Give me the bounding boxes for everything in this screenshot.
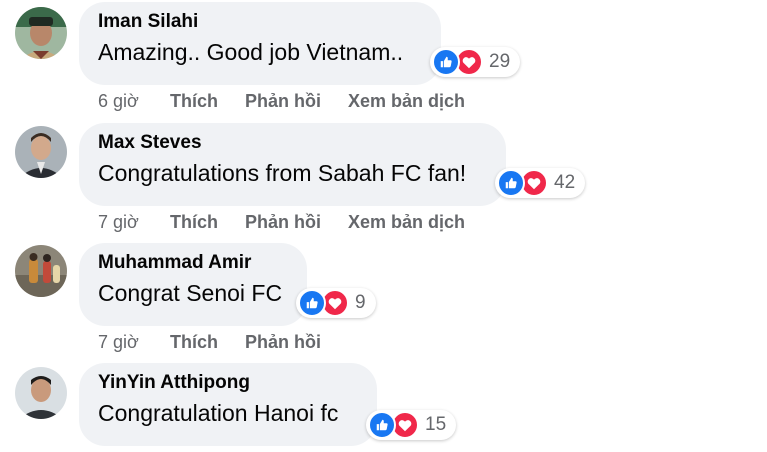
avatar-man-cap-icon (15, 7, 67, 59)
comment-author[interactable]: Iman Silahi (98, 11, 423, 33)
like-button[interactable]: Thích (170, 212, 218, 233)
comment-timestamp[interactable]: 7 giờ (98, 332, 170, 353)
comment-text: Congrat Senoi FC (98, 280, 283, 306)
reaction-count: 9 (355, 292, 366, 313)
comment-bubble: Max Steves Congratulations from Sabah FC… (79, 123, 506, 206)
comment-author[interactable]: YinYin Atthipong (98, 372, 359, 394)
comment-bubble: Iman Silahi Amazing.. Good job Vietnam.. (79, 2, 441, 85)
avatar[interactable] (15, 367, 67, 419)
like-button[interactable]: Thích (170, 332, 218, 353)
see-translation-button[interactable]: Xem bản dịch (348, 212, 465, 233)
reaction-summary[interactable]: 9 (296, 288, 376, 318)
like-reaction-icon (497, 169, 525, 197)
see-translation-button[interactable]: Xem bản dịch (348, 91, 465, 112)
reply-button[interactable]: Phản hồi (245, 332, 321, 353)
comment-text: Amazing.. Good job Vietnam.. (98, 39, 404, 65)
like-reaction-icon (298, 289, 326, 317)
like-button[interactable]: Thích (170, 91, 218, 112)
reaction-count: 29 (489, 51, 511, 72)
comment-actions: 7 giờ Thích Phản hồi Xem bản dịch (98, 212, 492, 233)
comment-timestamp[interactable]: 7 giờ (98, 212, 170, 233)
avatar-group-photo-icon (15, 245, 67, 297)
comment-bubble: Muhammad Amir Congrat Senoi FC (79, 243, 307, 326)
comment-author[interactable]: Muhammad Amir (98, 252, 289, 274)
comment-text: Congratulation Hanoi fc (98, 400, 339, 426)
comment-actions: 7 giờ Thích Phản hồi (98, 332, 348, 353)
reaction-summary[interactable]: 29 (430, 47, 521, 77)
like-reaction-icon (368, 411, 396, 439)
reply-button[interactable]: Phản hồi (245, 91, 321, 112)
like-reaction-icon (432, 48, 460, 76)
reaction-count: 15 (425, 414, 447, 435)
avatar[interactable] (15, 126, 67, 178)
avatar[interactable] (15, 245, 67, 297)
avatar[interactable] (15, 7, 67, 59)
comment-actions: 6 giờ Thích Phản hồi Xem bản dịch (98, 91, 492, 112)
reaction-summary[interactable]: 42 (495, 168, 586, 198)
comment-text: Congratulations from Sabah FC fan! (98, 160, 467, 186)
reaction-count: 42 (554, 172, 576, 193)
comment-timestamp[interactable]: 6 giờ (98, 91, 170, 112)
reply-button[interactable]: Phản hồi (245, 212, 321, 233)
avatar-man-portrait-icon (15, 367, 67, 419)
comment-bubble: YinYin Atthipong Congratulation Hanoi fc (79, 363, 377, 446)
avatar-man-suit-icon (15, 126, 67, 178)
comment-author[interactable]: Max Steves (98, 132, 488, 154)
reaction-summary[interactable]: 15 (366, 410, 457, 440)
